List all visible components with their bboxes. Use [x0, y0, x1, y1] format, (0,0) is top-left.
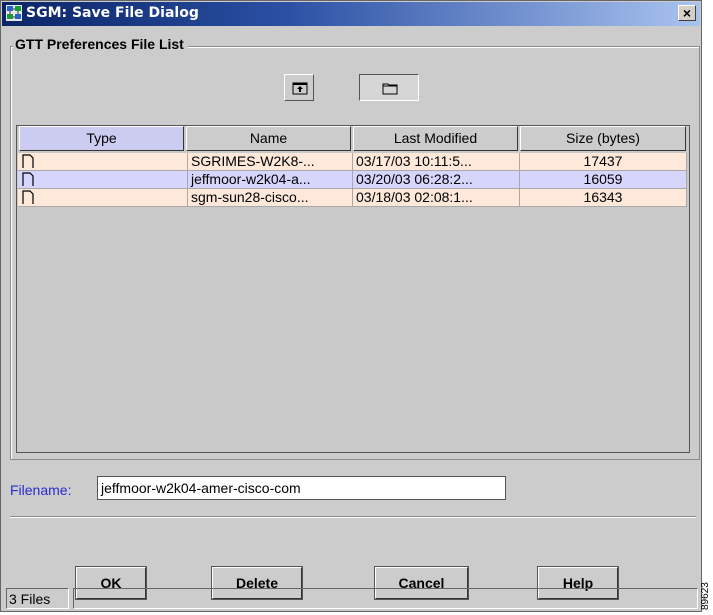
- column-header-name[interactable]: Name: [186, 126, 351, 151]
- new-folder-button[interactable]: [359, 74, 419, 101]
- file-table[interactable]: Type Name Last Modified Size (bytes) SGR…: [16, 125, 690, 453]
- file-count-status: 3 Files: [6, 588, 69, 609]
- type-cell: [18, 189, 188, 207]
- filename-input[interactable]: jeffmoor-w2k04-amer-cisco-com: [97, 476, 506, 500]
- size-cell: 16059: [520, 171, 687, 189]
- column-header-size[interactable]: Size (bytes): [520, 126, 686, 151]
- file-icon: [22, 154, 34, 168]
- filename-label: Filename:: [10, 482, 72, 498]
- figure-id: 89623: [700, 582, 711, 610]
- status-message-area: [73, 588, 698, 609]
- column-header-last-modified[interactable]: Last Modified: [353, 126, 518, 151]
- size-cell: 16343: [520, 189, 687, 207]
- up-folder-button[interactable]: [284, 74, 314, 101]
- save-file-dialog: SGM: Save File Dialog × GTT Preferences …: [0, 0, 702, 612]
- up-folder-icon: [292, 82, 308, 95]
- size-cell: 17437: [520, 153, 687, 171]
- file-icon: [22, 172, 34, 186]
- group-legend: GTT Preferences File List: [13, 36, 188, 52]
- table-header: Type Name Last Modified Size (bytes): [17, 126, 689, 151]
- close-button[interactable]: ×: [678, 5, 696, 21]
- type-cell: [18, 171, 188, 189]
- name-cell: SGRIMES-W2K8-...: [188, 153, 353, 171]
- status-bar: 3 Files: [6, 588, 698, 611]
- name-cell: sgm-sun28-cisco...: [188, 189, 353, 207]
- table-row[interactable]: SGRIMES-W2K8-... 03/17/03 10:11:5... 174…: [18, 153, 687, 171]
- divider: [10, 516, 696, 518]
- table-row[interactable]: sgm-sun28-cisco... 03/18/03 02:08:1... 1…: [18, 189, 687, 207]
- modified-cell: 03/20/03 06:28:2...: [353, 171, 520, 189]
- window-title: SGM: Save File Dialog: [26, 5, 199, 21]
- file-icon: [22, 190, 34, 204]
- table-row[interactable]: jeffmoor-w2k04-a... 03/20/03 06:28:2... …: [18, 171, 687, 189]
- modified-cell: 03/17/03 10:11:5...: [353, 153, 520, 171]
- title-bar[interactable]: SGM: Save File Dialog ×: [2, 2, 700, 26]
- column-header-type[interactable]: Type: [19, 126, 184, 151]
- app-network-icon: [6, 5, 22, 21]
- new-folder-icon: [382, 83, 398, 95]
- name-cell: jeffmoor-w2k04-a...: [188, 171, 353, 189]
- modified-cell: 03/18/03 02:08:1...: [353, 189, 520, 207]
- type-cell: [18, 153, 188, 171]
